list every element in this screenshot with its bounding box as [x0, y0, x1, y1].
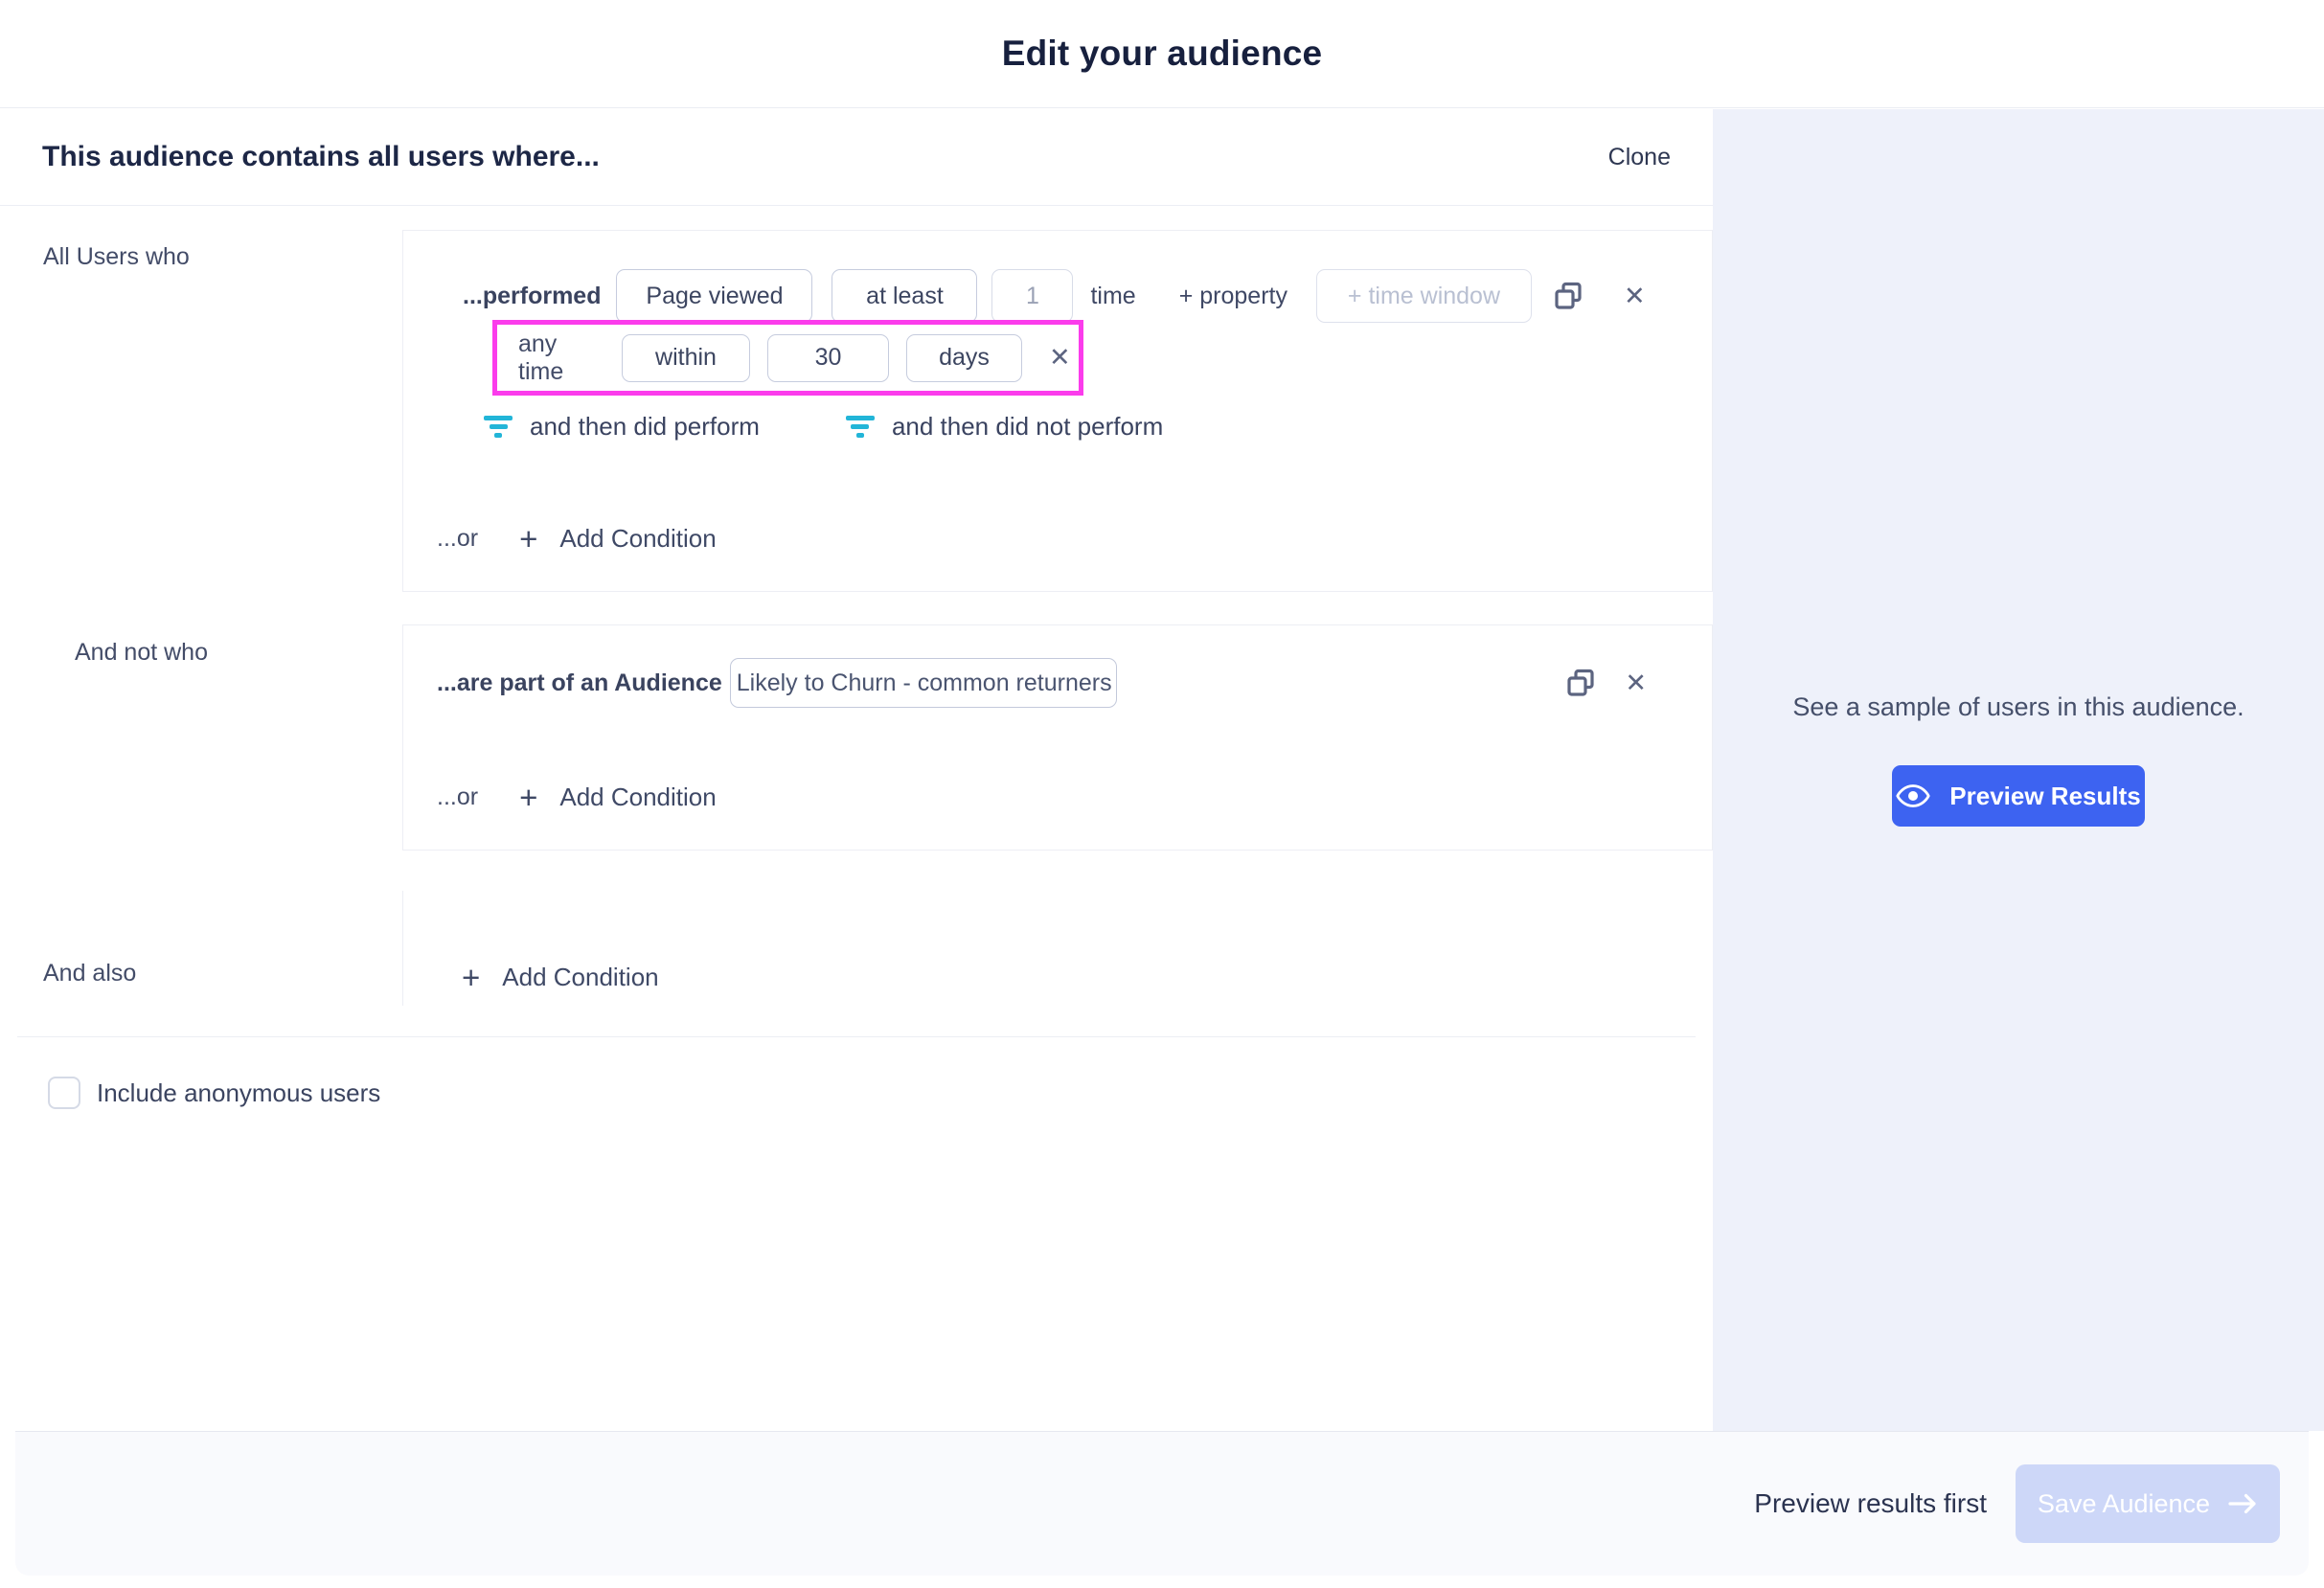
footer-bar: Preview results first Save Audience [15, 1431, 2309, 1576]
preview-panel: See a sample of users in this audience. … [1713, 109, 2324, 1431]
then-did-perform-label: and then did perform [530, 412, 760, 442]
modal-header: Edit your audience [0, 0, 2324, 108]
add-property-button[interactable]: + property [1179, 283, 1287, 310]
add-condition-button[interactable]: + Add Condition [462, 956, 659, 998]
time-value-input[interactable] [767, 334, 889, 382]
anonymous-users-checkbox[interactable] [48, 1077, 80, 1109]
add-condition-label: Add Condition [502, 963, 658, 992]
save-audience-button[interactable]: Save Audience [2016, 1464, 2280, 1543]
or-add-condition-row: ...or + Add Condition [437, 516, 717, 560]
eye-icon [1896, 783, 1930, 808]
time-comparator-button[interactable]: within [622, 334, 750, 382]
plus-icon: + [519, 523, 537, 555]
then-did-not-perform-button[interactable]: and then did not perform [846, 412, 1163, 442]
audience-condition-row: ...are part of an Audience Likely to Chu… [437, 654, 1701, 712]
plus-icon: + [462, 962, 480, 993]
funnel-icon [846, 416, 875, 438]
preview-results-button[interactable]: Preview Results [1892, 765, 2145, 827]
any-time-label: any time [518, 330, 604, 386]
audience-select[interactable]: Likely to Churn - common returners [730, 658, 1117, 708]
add-condition-button[interactable]: + Add Condition [519, 523, 717, 555]
save-hint: Preview results first [1754, 1488, 1987, 1519]
remove-condition-icon[interactable]: ✕ [1625, 670, 1647, 696]
builder-heading: This audience contains all users where..… [42, 141, 600, 173]
remove-condition-icon[interactable]: ✕ [1624, 284, 1646, 309]
event-condition-card: ...performed Page viewed at least time +… [402, 230, 1713, 592]
count-input[interactable] [991, 269, 1073, 323]
arrow-right-icon [2227, 1491, 2258, 1516]
or-label: ...or [437, 525, 478, 553]
event-condition-row: ...performed Page viewed at least time +… [463, 269, 1646, 323]
add-condition-label: Add Condition [559, 783, 716, 812]
clone-button[interactable]: Clone [1608, 144, 1671, 171]
preview-panel-content: See a sample of users in this audience. … [1713, 684, 2324, 827]
copy-icon [1553, 281, 1584, 311]
audience-prefix: ...are part of an Audience [437, 669, 722, 697]
sequence-row: and then did perform and then did not pe… [484, 405, 1163, 447]
performed-prefix: ...performed [463, 283, 601, 310]
time-window-input[interactable] [1316, 269, 1532, 323]
add-condition-button[interactable]: + Add Condition [519, 782, 717, 813]
all-users-label: All Users who [43, 243, 190, 271]
and-also-label: And also [43, 960, 136, 987]
anonymous-users-label: Include anonymous users [97, 1078, 380, 1108]
duplicate-condition-icon[interactable] [1565, 668, 1596, 698]
duplicate-condition-icon[interactable] [1553, 281, 1584, 311]
section-divider [17, 1036, 1696, 1037]
remove-time-filter-icon[interactable]: ✕ [1049, 345, 1071, 371]
preview-results-label: Preview Results [1949, 782, 2140, 811]
time-filter-highlight: any time within days ✕ [492, 320, 1083, 396]
then-did-not-perform-label: and then did not perform [892, 412, 1163, 442]
add-condition-label: Add Condition [559, 524, 716, 554]
edit-audience-modal: Edit your audience This audience contain… [0, 0, 2324, 1588]
anonymous-users-row: Include anonymous users [48, 1077, 380, 1109]
and-also-divider [402, 891, 403, 1006]
audience-condition-card: ...are part of an Audience Likely to Chu… [402, 624, 1713, 851]
or-add-condition-row: ...or + Add Condition [437, 775, 717, 819]
save-audience-label: Save Audience [2038, 1489, 2210, 1519]
and-not-who-label: And not who [75, 639, 208, 667]
or-label: ...or [437, 783, 478, 811]
funnel-icon [484, 416, 513, 438]
page-title: Edit your audience [1002, 34, 1323, 74]
time-suffix-label: time [1090, 283, 1135, 310]
event-select-button[interactable]: Page viewed [616, 269, 812, 323]
operator-select-button[interactable]: at least [832, 269, 977, 323]
builder-header-row: This audience contains all users where..… [0, 109, 1713, 206]
plus-icon: + [519, 782, 537, 813]
copy-icon [1565, 668, 1596, 698]
then-did-perform-button[interactable]: and then did perform [484, 412, 760, 442]
time-unit-button[interactable]: days [906, 334, 1022, 382]
audience-builder: This audience contains all users where..… [0, 109, 1713, 1431]
preview-message: See a sample of users in this audience. [1780, 684, 2257, 731]
